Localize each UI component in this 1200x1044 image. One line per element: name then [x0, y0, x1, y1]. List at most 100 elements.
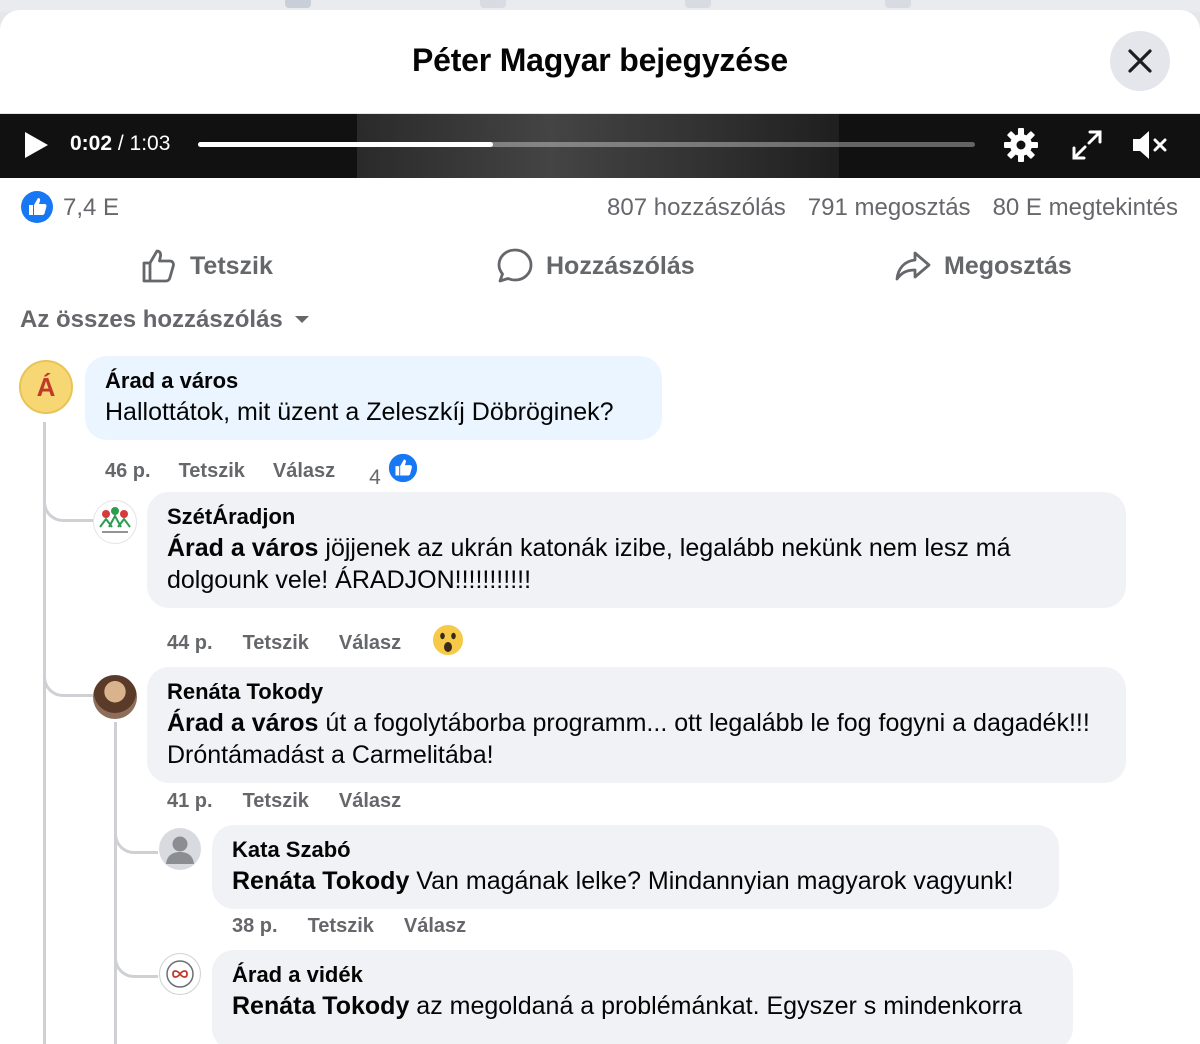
comment-time[interactable]: 38 p.	[232, 915, 278, 938]
post-dialog: Péter Magyar bejegyzése 0:02 / 1:03 7,4 …	[0, 10, 1200, 1044]
comment-author[interactable]: Árad a város	[105, 366, 642, 396]
background-tab-icon	[480, 0, 506, 8]
post-actions: Tetszik Hozzászólás Megosztás	[0, 238, 1200, 300]
avatar[interactable]	[93, 500, 137, 544]
comment-label: Hozzászólás	[546, 251, 695, 280]
share-button[interactable]: Megosztás	[894, 242, 1072, 290]
thread-connector	[114, 938, 158, 978]
thread-line	[114, 722, 117, 1044]
comment-body: Árad a város út a fogolytáborba programm…	[167, 707, 1106, 771]
dialog-title: Péter Magyar bejegyzése	[411, 42, 789, 78]
video-timecode: 0:02 / 1:03	[70, 132, 170, 156]
comment-reply-button[interactable]: Válasz	[339, 632, 401, 655]
like-icon	[21, 191, 53, 223]
like-button[interactable]: Tetszik	[140, 242, 273, 290]
comment-meta: 41 p. Tetszik Válasz	[167, 790, 401, 813]
comment-bubble: Árad a város Hallottátok, mit üzent a Ze…	[85, 356, 662, 440]
comment-meta: 38 p. Tetszik Válasz	[232, 915, 466, 938]
page-logo-icon	[166, 960, 194, 988]
comment-like-button[interactable]: Tetszik	[243, 790, 309, 813]
like-outline-icon	[142, 249, 175, 283]
comment-meta: 44 p. Tetszik Válasz	[167, 623, 466, 663]
comment-bubble: SzétÁradjon Árad a város jöjjenek az ukr…	[147, 492, 1126, 608]
share-label: Megosztás	[944, 251, 1072, 280]
comment-reply-button[interactable]: Válasz	[339, 790, 401, 813]
comment-reply-button[interactable]: Válasz	[273, 460, 335, 483]
comment-filter-dropdown[interactable]: Az összes hozzászólás	[20, 306, 311, 334]
comment-text: Van magának lelke? Mindannyian magyarok …	[409, 867, 1014, 895]
view-count: 80 E megtekintés	[992, 194, 1178, 221]
comment-body: Árad a város jöjjenek az ukrán katonák i…	[167, 532, 1106, 596]
comment-body: Renáta Tokody Van magának lelke? Mindann…	[232, 865, 1039, 897]
comment-button[interactable]: Hozzászólás	[496, 242, 695, 290]
comment-author[interactable]: Renáta Tokody	[167, 677, 1106, 707]
avatar[interactable]	[159, 828, 201, 870]
dialog-header: Péter Magyar bejegyzése	[0, 10, 1200, 114]
comment-bubble: Kata Szabó Renáta Tokody Van magának lel…	[212, 825, 1059, 909]
background-tab-icon	[885, 0, 911, 8]
comment-author[interactable]: Kata Szabó	[232, 835, 1039, 865]
comment-body: Renáta Tokody az megoldaná a problémánka…	[232, 990, 1053, 1022]
comment-text: Hallottátok, mit üzent a Zeleszkíj Döbrö…	[105, 398, 614, 426]
like-label: Tetszik	[190, 251, 273, 280]
thread-connector	[114, 814, 158, 854]
play-icon	[25, 132, 48, 158]
avatar-letter: Á	[36, 371, 56, 402]
background-tab-icon	[285, 0, 311, 8]
comment-time[interactable]: 44 p.	[167, 632, 213, 655]
video-progress-bar[interactable]	[198, 142, 975, 147]
close-button[interactable]	[1110, 31, 1170, 91]
expand-icon	[1072, 130, 1102, 160]
fullscreen-button[interactable]	[1070, 128, 1104, 167]
video-progress-played	[198, 142, 494, 147]
comment-reaction-count[interactable]: 4	[369, 452, 419, 490]
time-separator: /	[112, 132, 130, 155]
comment-like-button[interactable]: Tetszik	[243, 632, 309, 655]
like-icon	[386, 452, 419, 484]
comment-mention[interactable]: Árad a város	[167, 534, 318, 562]
comment-icon	[497, 248, 533, 283]
mute-button[interactable]	[1130, 126, 1170, 169]
group-logo-icon	[99, 507, 131, 533]
comment-count[interactable]: 807 hozzászólás	[607, 194, 786, 222]
engagement-counts: 807 hozzászólás 791 megosztás 80 E megte…	[607, 194, 1178, 222]
comment-time[interactable]: 41 p.	[167, 790, 213, 813]
comment-bubble: Árad a vidék Renáta Tokody az megoldaná …	[212, 950, 1073, 1044]
comment-reaction[interactable]	[431, 623, 466, 663]
settings-button[interactable]	[1002, 126, 1040, 169]
comment-author[interactable]: SzétÁradjon	[167, 502, 1106, 532]
close-icon	[1128, 49, 1152, 73]
comment-filter-label: Az összes hozzászólás	[20, 306, 283, 333]
share-count[interactable]: 791 megosztás	[808, 194, 971, 222]
video-player[interactable]: 0:02 / 1:03	[0, 114, 1200, 178]
comment-text: az megoldaná a problémánkat. Egyszer s m…	[409, 992, 1023, 1020]
comment-bubble: Renáta Tokody Árad a város út a fogolytá…	[147, 667, 1126, 783]
thread-line	[43, 422, 46, 1044]
avatar[interactable]: Á	[19, 360, 73, 414]
post-stats: 7,4 E 807 hozzászólás 791 megosztás 80 E…	[0, 178, 1200, 238]
thread-connector	[43, 480, 93, 522]
duration: 1:03	[129, 132, 171, 155]
avatar[interactable]	[159, 953, 201, 995]
comment-reply-button[interactable]: Válasz	[404, 915, 466, 938]
play-button[interactable]	[22, 130, 50, 165]
share-icon	[895, 251, 931, 281]
comment-mention[interactable]: Renáta Tokody	[232, 992, 409, 1020]
comment-mention[interactable]: Árad a város	[167, 709, 318, 737]
comment-meta: 46 p. Tetszik Válasz 4	[105, 452, 419, 490]
comment-time[interactable]: 46 p.	[105, 460, 151, 483]
chevron-down-icon	[294, 316, 309, 323]
like-reaction-badge[interactable]	[20, 190, 54, 224]
wow-emoji-icon	[431, 623, 466, 657]
comment-like-button[interactable]: Tetszik	[308, 915, 374, 938]
comment-like-button[interactable]: Tetszik	[179, 460, 245, 483]
background-tab-icon	[685, 0, 711, 8]
comment-mention[interactable]: Renáta Tokody	[232, 867, 409, 895]
thread-connector	[43, 655, 93, 697]
avatar[interactable]	[93, 675, 137, 719]
mute-icon	[1133, 131, 1167, 159]
current-time: 0:02	[70, 132, 113, 155]
like-count[interactable]: 7,4 E	[63, 194, 119, 222]
gear-icon	[1004, 128, 1038, 162]
comment-author[interactable]: Árad a vidék	[232, 960, 1053, 990]
